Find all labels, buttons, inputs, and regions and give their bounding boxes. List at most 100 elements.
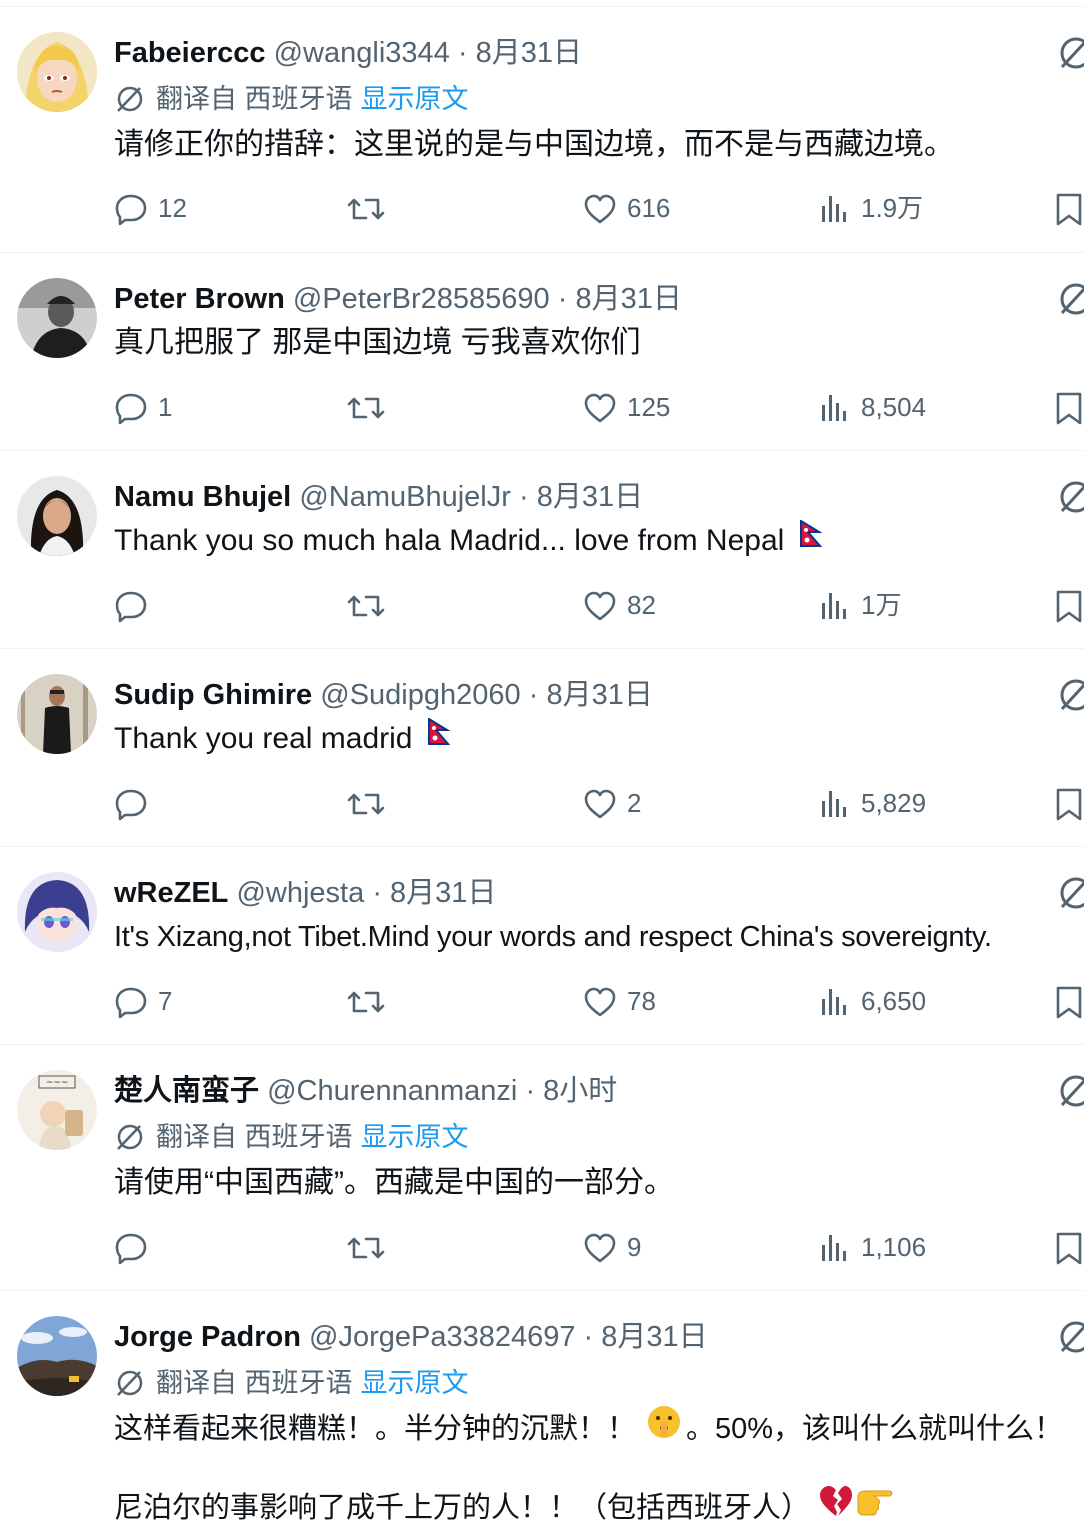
user-handle[interactable]: @JorgePa33824697 — [309, 1321, 575, 1353]
reply-icon — [115, 789, 147, 821]
broken-heart-emoji — [818, 1484, 854, 1529]
like-count: 125 — [627, 392, 671, 422]
translated-from-label: 翻译自 西班牙语 — [156, 1122, 353, 1152]
tweet-2[interactable]: Peter Brown @PeterBr28585690 · 8月31日 真几把… — [0, 253, 1084, 451]
like-count: 2 — [627, 788, 642, 818]
translation-notice: 翻译自 西班牙语 显示原文 — [114, 1119, 469, 1155]
views-count: 1万 — [861, 590, 902, 620]
like-icon — [584, 789, 616, 819]
separator: · — [525, 1075, 536, 1107]
avatar-image — [17, 476, 97, 556]
avatar-image — [17, 674, 97, 754]
avatar[interactable] — [17, 1316, 97, 1396]
tweet-header: wReZEL @whjesta · 8月31日 — [114, 873, 496, 913]
tweet-4[interactable]: Sudip Ghimire @Sudipgh2060 · 8月31日 Thank… — [0, 649, 1084, 847]
translation-notice: 翻译自 西班牙语 显示原文 — [114, 81, 469, 117]
action-bar: 1 125 8,504 — [0, 387, 1084, 427]
tweet-7[interactable]: Jorge Padron @JorgePa33824697 · 8月31日 翻译… — [0, 1291, 1084, 1534]
display-name[interactable]: Jorge Padron — [114, 1321, 301, 1353]
reply-count: 7 — [158, 986, 173, 1016]
like-icon — [584, 393, 616, 423]
translated-from-label: 翻译自 西班牙语 — [156, 84, 353, 114]
retweet-icon — [347, 397, 385, 419]
tweet-text-line: Thank you so much hala Madrid... love fr… — [114, 519, 823, 561]
separator: · — [518, 481, 529, 513]
views-count: 1.9万 — [861, 193, 924, 223]
tweet-header: Namu Bhujel @NamuBhujelJr · 8月31日 — [114, 477, 643, 517]
tweet-3[interactable]: Namu Bhujel @NamuBhujelJr · 8月31日 Thank … — [0, 451, 1084, 649]
user-handle[interactable]: @wangli3344 — [274, 37, 450, 69]
timestamp[interactable]: 8小时 — [543, 1075, 617, 1107]
display-name[interactable]: Namu Bhujel — [114, 481, 291, 513]
grok-icon[interactable] — [1056, 477, 1084, 517]
tweet-6[interactable]: ~~~ 楚人南蛮子 @Churennanmanzi · 8小时 翻译自 西班牙语… — [0, 1045, 1084, 1291]
views-count: 6,650 — [861, 986, 927, 1016]
display-name[interactable]: Peter Brown — [114, 283, 285, 315]
tweet-header: Peter Brown @PeterBr28585690 · 8月31日 — [114, 279, 682, 319]
tweet-text: It's Xizang,not Tibet.Mind your words an… — [114, 921, 992, 953]
action-bar: 2 5,829 — [0, 783, 1084, 823]
action-bar: 7 78 6,650 — [0, 981, 1084, 1021]
grok-icon[interactable] — [1056, 279, 1084, 319]
user-handle[interactable]: @PeterBr28585690 — [293, 283, 550, 315]
separator: · — [557, 283, 568, 315]
timestamp[interactable]: 8月31日 — [476, 37, 582, 69]
like-icon — [584, 194, 616, 224]
user-handle[interactable]: @NamuBhujelJr — [299, 481, 511, 513]
show-original-link[interactable]: 显示原文 — [361, 1122, 469, 1152]
tweet-text: 请使用“中国西藏”。西藏是中国的一部分。 — [114, 1166, 674, 1199]
timestamp[interactable]: 8月31日 — [546, 679, 652, 711]
user-handle[interactable]: @Sudipgh2060 — [320, 679, 520, 711]
show-original-link[interactable]: 显示原文 — [361, 84, 469, 114]
grok-icon[interactable] — [1056, 33, 1084, 73]
bookmark-icon — [1056, 193, 1082, 226]
avatar[interactable] — [17, 872, 97, 952]
tweet-text: Thank you so much hala Madrid... love fr… — [114, 524, 785, 557]
grok-icon[interactable] — [1056, 1071, 1084, 1111]
tweet-5[interactable]: wReZEL @whjesta · 8月31日 It's Xizang,not … — [0, 847, 1084, 1045]
translate-icon — [114, 1367, 146, 1399]
views-count: 1,106 — [861, 1232, 927, 1262]
bookmark-icon — [1056, 590, 1082, 623]
timestamp[interactable]: 8月31日 — [601, 1321, 707, 1353]
tweet-header: Sudip Ghimire @Sudipgh2060 · 8月31日 — [114, 675, 653, 715]
tweet-text: 真几把服了 那是中国边境 亏我喜欢你们 — [114, 326, 641, 359]
action-bar: 82 1万 — [0, 585, 1084, 625]
user-handle[interactable]: @whjesta — [236, 877, 364, 909]
tweet-1[interactable]: Fabeierccc @wangli3344 · 8月31日 翻译自 西班牙语显… — [0, 7, 1084, 253]
reply-icon — [115, 393, 147, 425]
avatar[interactable] — [17, 674, 97, 754]
display-name[interactable]: Sudip Ghimire — [114, 679, 312, 711]
tweet-text: Thank you real madrid — [114, 722, 413, 755]
timestamp[interactable]: 8月31日 — [537, 481, 643, 513]
action-bar: 12 616 1.9万 — [0, 188, 1084, 228]
timestamp[interactable]: 8月31日 — [390, 877, 496, 909]
views-icon — [822, 989, 846, 1015]
grok-icon[interactable] — [1056, 1317, 1084, 1357]
display-name[interactable]: wReZEL — [114, 877, 228, 909]
views-count: 8,504 — [861, 392, 927, 422]
tweet-text-part: 。50%，该叫什么就叫什么！ — [686, 1413, 1064, 1445]
grok-icon[interactable] — [1056, 873, 1084, 913]
avatar[interactable] — [17, 32, 97, 112]
reply-icon — [115, 987, 147, 1019]
reply-icon — [115, 591, 147, 623]
timestamp[interactable]: 8月31日 — [575, 283, 681, 315]
separator: · — [528, 679, 539, 711]
tweet-text-part: 这样看起来很糟糕！。半分钟的沉默！！ — [114, 1413, 637, 1445]
tweet-header: Fabeierccc @wangli3344 · 8月31日 — [114, 33, 582, 73]
show-original-link[interactable]: 显示原文 — [361, 1368, 469, 1398]
grok-icon[interactable] — [1056, 675, 1084, 715]
display-name[interactable]: 楚人南蛮子 — [114, 1075, 259, 1107]
avatar[interactable] — [17, 278, 97, 358]
tweet-text-part: 尼泊尔的事影响了成千上万的人！！（包括西班牙人） — [114, 1492, 811, 1524]
avatar[interactable] — [17, 476, 97, 556]
translation-notice: 翻译自 西班牙语 显示原文 — [114, 1365, 469, 1401]
like-count: 82 — [627, 590, 656, 620]
tweet-text-line-2: 尼泊尔的事影响了成千上万的人！！（包括西班牙人） — [114, 1485, 894, 1529]
reply-icon — [115, 1233, 147, 1265]
like-count: 9 — [627, 1232, 642, 1262]
display-name[interactable]: Fabeierccc — [114, 37, 266, 69]
user-handle[interactable]: @Churennanmanzi — [267, 1075, 517, 1107]
avatar[interactable]: ~~~ — [17, 1070, 97, 1150]
